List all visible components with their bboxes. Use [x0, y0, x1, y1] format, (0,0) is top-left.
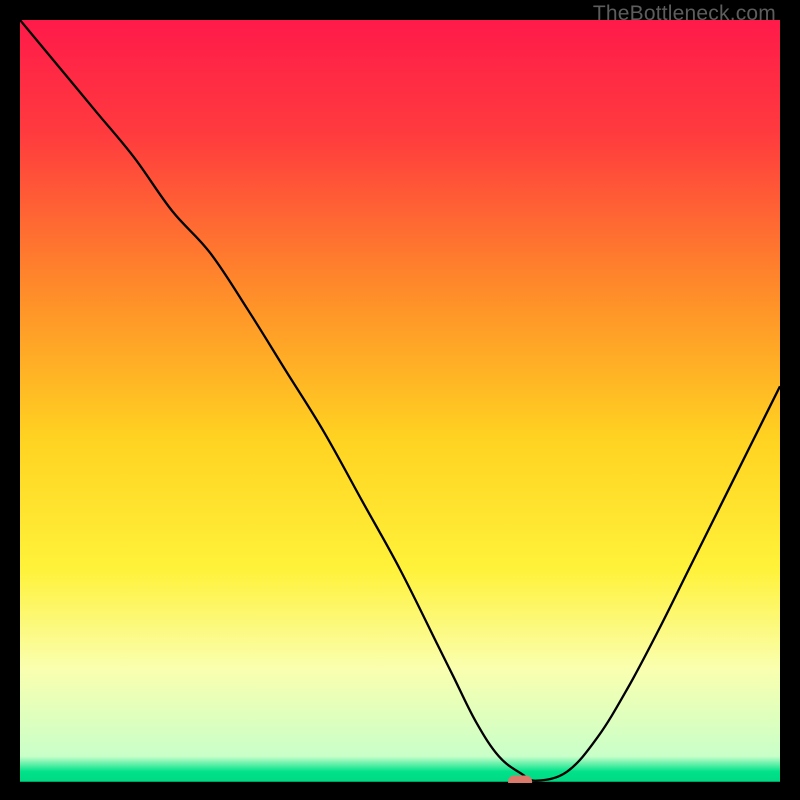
minimum-marker — [508, 776, 532, 784]
outer-frame: TheBottleneck.com — [0, 0, 800, 800]
gradient-background — [20, 20, 780, 783]
bottleneck-chart — [20, 20, 780, 783]
